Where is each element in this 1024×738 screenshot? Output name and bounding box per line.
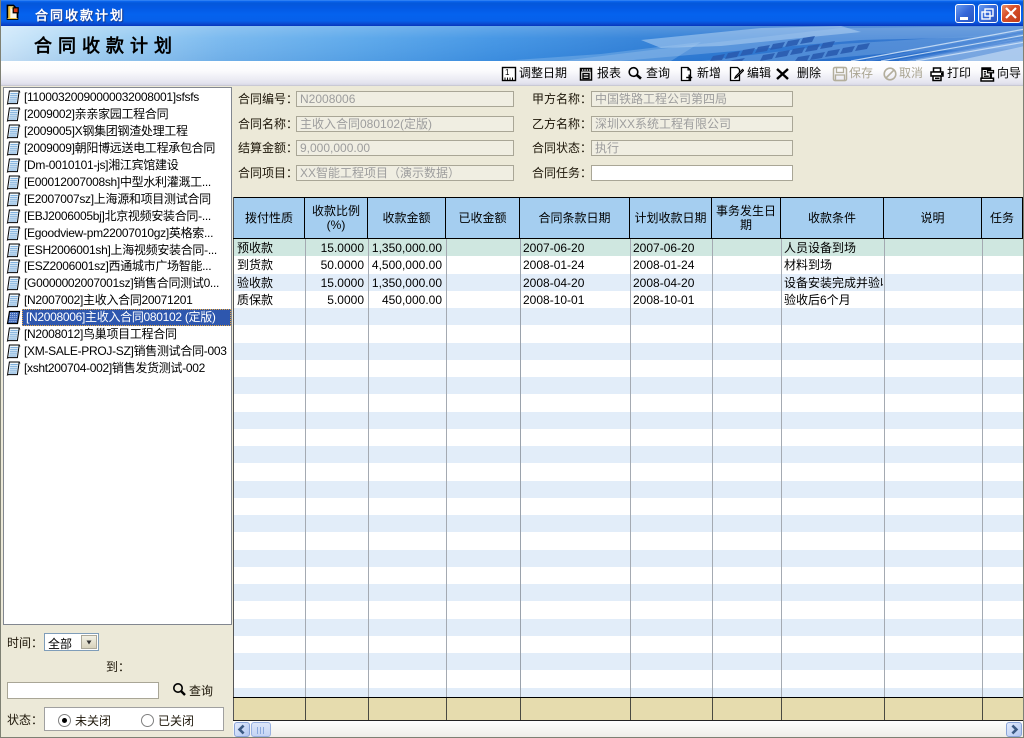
svg-text:1: 1: [505, 68, 510, 77]
